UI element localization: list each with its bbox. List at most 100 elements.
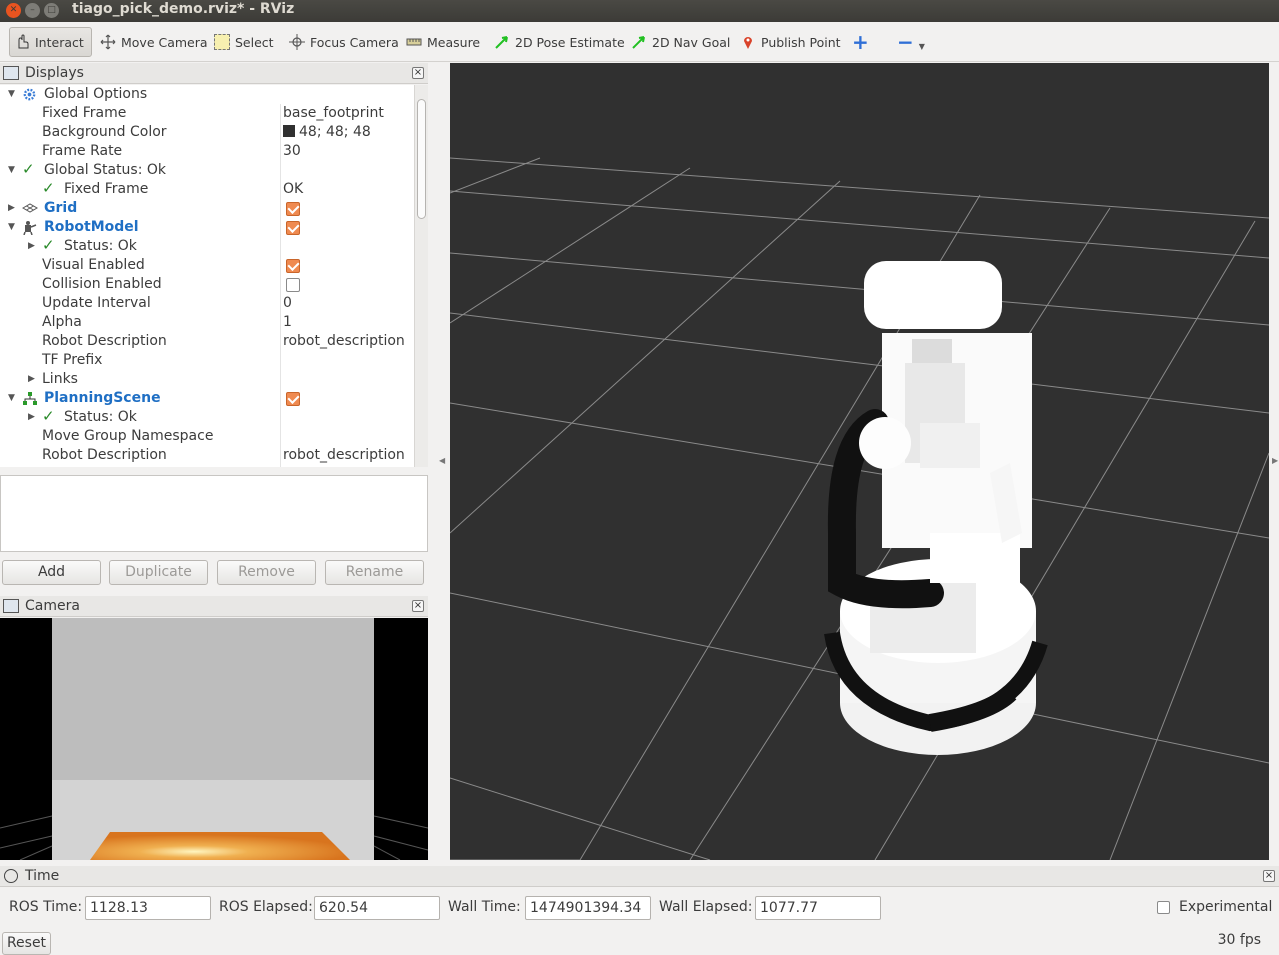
- expand-arrow-icon[interactable]: ▼: [8, 161, 15, 180]
- interact-tool-button[interactable]: Interact: [9, 27, 92, 57]
- tree-label: RobotModel: [44, 219, 139, 235]
- tree-row-tf-prefix[interactable]: TF Prefix: [0, 351, 414, 370]
- left-splitter-arrow-icon[interactable]: ◀: [439, 456, 445, 465]
- tree-row-robot-description-2[interactable]: Robot Description robot_description: [0, 446, 414, 465]
- displays-scrollbar[interactable]: [414, 85, 428, 467]
- clock-icon: [4, 869, 18, 883]
- ros-time-field[interactable]: 1128.13: [85, 896, 211, 920]
- close-icon[interactable]: ×: [412, 67, 424, 79]
- expand-arrow-icon[interactable]: ▼: [8, 218, 15, 237]
- duplicate-display-button[interactable]: Duplicate: [109, 560, 208, 585]
- tree-value[interactable]: robot_description: [283, 332, 405, 351]
- wall-elapsed-field[interactable]: 1077.77: [755, 896, 881, 920]
- right-splitter-arrow-icon[interactable]: ▶: [1272, 456, 1278, 465]
- tree-row-background-color[interactable]: Background Color 48; 48; 48: [0, 123, 414, 142]
- enable-checkbox[interactable]: [286, 202, 300, 216]
- publish-point-tool-button[interactable]: Publish Point: [736, 27, 845, 57]
- collapse-arrow-icon[interactable]: ▶: [8, 199, 15, 218]
- time-panel-header: Time ×: [0, 866, 1279, 887]
- tree-label: Collision Enabled: [42, 276, 162, 292]
- camera-image-view[interactable]: [0, 618, 428, 860]
- hand-pointer-icon: [18, 34, 29, 49]
- expand-arrow-icon[interactable]: ▼: [8, 389, 15, 408]
- camera-render: [0, 618, 428, 860]
- wall-elapsed-label: Wall Elapsed:: [659, 899, 753, 915]
- move-camera-label: Move Camera: [121, 34, 208, 50]
- remove-display-button[interactable]: Remove: [217, 560, 316, 585]
- displays-title: Displays: [25, 65, 84, 81]
- experimental-checkbox[interactable]: [1157, 901, 1170, 914]
- add-display-button[interactable]: Add: [2, 560, 101, 585]
- tree-label: Status: Ok: [64, 238, 137, 254]
- window-title: tiago_pick_demo.rviz* - RViz: [72, 1, 295, 17]
- window-close-button[interactable]: ✕: [6, 3, 21, 18]
- tree-row-alpha[interactable]: Alpha 1: [0, 313, 414, 332]
- tree-label: Alpha: [42, 314, 82, 330]
- select-box-icon: [214, 34, 230, 50]
- tree-row-planningscene-status[interactable]: ▶ ✓ Status: Ok: [0, 407, 414, 427]
- 3d-render-view[interactable]: [450, 63, 1269, 860]
- move-camera-tool-button[interactable]: Move Camera: [96, 27, 212, 57]
- chevron-down-icon: ▼: [918, 41, 925, 51]
- select-tool-button[interactable]: Select: [210, 27, 278, 57]
- tree-row-fixed-frame[interactable]: Fixed Frame base_footprint: [0, 104, 414, 123]
- tree-row-fixed-frame-status[interactable]: ✓ Fixed Frame OK: [0, 179, 414, 199]
- tree-row-frame-rate[interactable]: Frame Rate 30: [0, 142, 414, 161]
- close-icon[interactable]: ×: [412, 600, 424, 612]
- expand-arrow-icon[interactable]: ▼: [8, 85, 15, 104]
- tree-row-global-status[interactable]: ▼ ✓ Global Status: Ok: [0, 160, 414, 180]
- remove-tool-button[interactable]: − ▼: [893, 27, 929, 57]
- window-minimize-button[interactable]: –: [25, 3, 40, 18]
- robot-model: [824, 261, 1048, 755]
- fps-readout: 30 fps: [1217, 932, 1261, 948]
- tree-row-visual-enabled[interactable]: Visual Enabled: [0, 256, 414, 275]
- enable-checkbox[interactable]: [286, 221, 300, 235]
- focus-camera-tool-button[interactable]: Focus Camera: [285, 27, 403, 57]
- tree-value[interactable]: 1: [283, 313, 292, 332]
- collapse-arrow-icon[interactable]: ▶: [28, 237, 35, 256]
- measure-tool-button[interactable]: Measure: [402, 27, 484, 57]
- checkmark-icon: ✓: [22, 160, 35, 178]
- pose-estimate-tool-button[interactable]: 2D Pose Estimate: [490, 27, 629, 57]
- map-pin-icon: [744, 37, 752, 49]
- toolbar: Interact Move Camera Select Focus Camera…: [0, 22, 1279, 62]
- tree-value[interactable]: 0: [283, 294, 292, 313]
- scrollbar-thumb[interactable]: [417, 99, 426, 219]
- tree-value[interactable]: robot_description: [283, 446, 405, 465]
- enable-checkbox[interactable]: [286, 392, 300, 406]
- tree-value[interactable]: 30: [283, 142, 301, 161]
- pose-estimate-label: 2D Pose Estimate: [515, 34, 625, 50]
- select-label: Select: [235, 34, 274, 50]
- nav-goal-tool-button[interactable]: 2D Nav Goal: [627, 27, 734, 57]
- tree-row-update-interval[interactable]: Update Interval 0: [0, 294, 414, 313]
- ruler-icon: [406, 38, 422, 46]
- tree-row-robotmodel[interactable]: ▼ RobotModel: [0, 218, 414, 237]
- tree-row-global-options[interactable]: ▼ Global Options: [0, 85, 414, 104]
- collapse-arrow-icon[interactable]: ▶: [28, 408, 35, 427]
- displays-tree: ▼ Global Options Fixed Frame base_footpr…: [0, 85, 414, 467]
- tree-row-grid[interactable]: ▶ Grid: [0, 199, 414, 218]
- visual-enabled-checkbox[interactable]: [286, 259, 300, 273]
- tree-label: Status: Ok: [64, 409, 137, 425]
- ros-elapsed-field[interactable]: 620.54: [314, 896, 440, 920]
- collision-enabled-checkbox[interactable]: [286, 278, 300, 292]
- tree-value[interactable]: 48; 48; 48: [283, 123, 371, 142]
- rename-display-button[interactable]: Rename: [325, 560, 424, 585]
- add-tool-button[interactable]: +: [848, 27, 873, 57]
- tree-row-robot-description[interactable]: Robot Description robot_description: [0, 332, 414, 351]
- close-icon[interactable]: ×: [1263, 870, 1275, 882]
- wall-time-field[interactable]: 1474901394.34: [525, 896, 651, 920]
- collapse-arrow-icon[interactable]: ▶: [28, 370, 35, 389]
- window-maximize-button[interactable]: □: [44, 3, 59, 18]
- tree-value[interactable]: base_footprint: [283, 104, 384, 123]
- tree-row-move-group-namespace[interactable]: Move Group Namespace: [0, 427, 414, 446]
- tree-label: Global Options: [44, 86, 148, 102]
- tree-row-collision-enabled[interactable]: Collision Enabled: [0, 275, 414, 294]
- green-arrow-icon: [632, 36, 645, 49]
- tree-row-links[interactable]: ▶ Links: [0, 370, 414, 389]
- tree-row-planningscene[interactable]: ▼ PlanningScene: [0, 389, 414, 408]
- publish-point-label: Publish Point: [761, 34, 841, 50]
- tree-row-robotmodel-status[interactable]: ▶ ✓ Status: Ok: [0, 236, 414, 256]
- reset-button[interactable]: Reset: [2, 932, 51, 955]
- property-description-box: [0, 475, 428, 552]
